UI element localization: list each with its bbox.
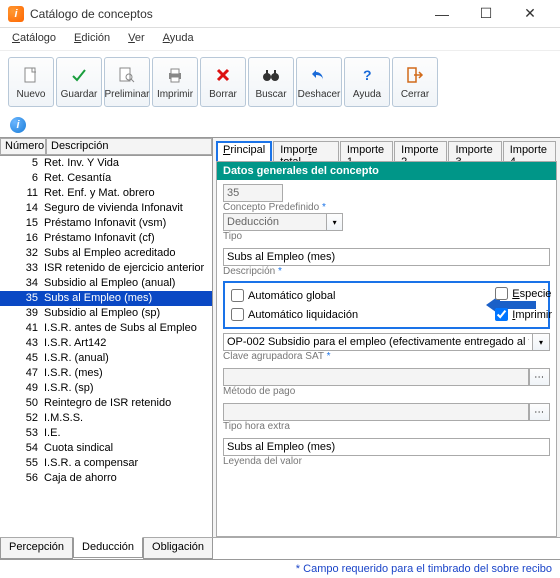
buscar-button[interactable]: Buscar — [248, 57, 294, 107]
grid-header: Número Descripción — [0, 138, 212, 156]
table-row[interactable]: 45I.S.R. (anual) — [0, 351, 212, 366]
imprimir-icon — [164, 64, 186, 86]
detail-tabs: PrincipalImporte totalImporte 1Importe 2… — [216, 141, 557, 161]
info-bar: i — [0, 113, 560, 137]
minimize-button[interactable]: — — [420, 0, 464, 28]
table-row[interactable]: 50Reintegro de ISR retenido — [0, 396, 212, 411]
table-row[interactable]: 6Ret. Cesantía — [0, 171, 212, 186]
tab-principal[interactable]: Principal — [216, 141, 272, 161]
titlebar: i Catálogo de conceptos — ☐ ✕ — [0, 0, 560, 28]
menu-ayuda[interactable]: Ayuda — [159, 30, 198, 48]
section-header: Datos generales del concepto — [217, 162, 556, 180]
tab-importe2[interactable]: Importe 2 — [394, 141, 447, 161]
window-title: Catálogo de conceptos — [30, 7, 420, 21]
tab-importe4[interactable]: Importe 4 — [503, 141, 556, 161]
cb-automatico-global[interactable]: Automático global — [231, 289, 358, 302]
app-icon: i — [8, 6, 24, 22]
table-row[interactable]: 14Seguro de vivienda Infonavit — [0, 201, 212, 216]
buscar-icon — [260, 64, 282, 86]
tab-importe-total[interactable]: Importe total — [273, 141, 339, 161]
table-row[interactable]: 35Subs al Empleo (mes) — [0, 291, 212, 306]
table-row[interactable]: 49I.S.R. (sp) — [0, 381, 212, 396]
col-descripcion[interactable]: Descripción — [46, 138, 212, 155]
menu-catálogo[interactable]: Catálogo — [8, 30, 60, 48]
info-icon: i — [10, 117, 26, 133]
table-row[interactable]: 32Subs al Empleo acreditado — [0, 246, 212, 261]
maximize-button[interactable]: ☐ — [464, 0, 508, 28]
concepto-predef-dropdown[interactable]: ▾ — [327, 213, 343, 231]
ayuda-button[interactable]: ?Ayuda — [344, 57, 390, 107]
tab-percepcion[interactable]: Percepción — [0, 538, 73, 559]
table-row[interactable]: 53I.E. — [0, 426, 212, 441]
metodo-pago-field[interactable] — [223, 368, 529, 386]
clave-sat-label: Clave agrupadora SAT — [223, 351, 324, 362]
table-row[interactable]: 5Ret. Inv. Y Vida — [0, 156, 212, 171]
cb-imprimir[interactable]: Imprimir — [495, 308, 552, 321]
op-dropdown[interactable]: ▾ — [533, 333, 550, 351]
nuevo-icon — [20, 64, 42, 86]
table-row[interactable]: 16Préstamo Infonavit (cf) — [0, 231, 212, 246]
concept-list-pane: Número Descripción 5Ret. Inv. Y Vida6Ret… — [0, 138, 213, 537]
leyenda-field[interactable] — [223, 438, 550, 456]
cb-especie[interactable]: Especie — [495, 287, 552, 300]
principal-panel: Datos generales del concepto Concepto Pr… — [216, 161, 557, 537]
category-tabs: PercepciónDeducciónObligación — [0, 537, 560, 559]
table-row[interactable]: 33ISR retenido de ejercicio anterior — [0, 261, 212, 276]
table-row[interactable]: 43I.S.R. Art142 — [0, 336, 212, 351]
table-row[interactable]: 47I.S.R. (mes) — [0, 366, 212, 381]
tab-deduccion[interactable]: Deducción — [73, 537, 143, 558]
table-row[interactable]: 56Caja de ahorro — [0, 471, 212, 486]
close-button[interactable]: ✕ — [508, 0, 552, 28]
tipo-hora-field[interactable] — [223, 403, 529, 421]
tab-importe1[interactable]: Importe 1 — [340, 141, 393, 161]
concepto-predef-select[interactable] — [223, 213, 327, 231]
guardar-button[interactable]: Guardar — [56, 57, 102, 107]
borrar-icon — [212, 64, 234, 86]
metodo-pago-browse[interactable]: ⋯ — [529, 368, 550, 386]
metodo-pago-label: Método de pago — [223, 386, 550, 397]
preliminar-icon — [116, 64, 138, 86]
descripcion-label: Descripción — [223, 266, 275, 277]
tipo-hora-label: Tipo hora extra — [223, 421, 550, 432]
table-row[interactable]: 41I.S.R. antes de Subs al Empleo — [0, 321, 212, 336]
borrar-button[interactable]: Borrar — [200, 57, 246, 107]
deshacer-button[interactable]: Deshacer — [296, 57, 342, 107]
deshacer-icon — [308, 64, 330, 86]
concepto-predef-label: Concepto Predefinido — [223, 202, 319, 213]
col-numero[interactable]: Número — [0, 138, 46, 155]
cerrar-button[interactable]: Cerrar — [392, 57, 438, 107]
cb-automatico-liquidacion[interactable]: Automático liquidación — [231, 308, 358, 321]
tab-importe3[interactable]: Importe 3 — [448, 141, 501, 161]
table-row[interactable]: 15Préstamo Infonavit (vsm) — [0, 216, 212, 231]
menu-edición[interactable]: Edición — [70, 30, 114, 48]
menubar: Catálogo Edición Ver Ayuda — [0, 28, 560, 50]
tab-obligacion[interactable]: Obligación — [143, 538, 213, 559]
grid-body[interactable]: 5Ret. Inv. Y Vida6Ret. Cesantía11Ret. En… — [0, 156, 212, 537]
tipo-hora-browse[interactable]: ⋯ — [529, 403, 550, 421]
leyenda-label: Leyenda del valor — [223, 456, 550, 467]
numero-field[interactable] — [223, 184, 283, 202]
table-row[interactable]: 11Ret. Enf. y Mat. obrero — [0, 186, 212, 201]
footer-note: * Campo requerido para el timbrado del s… — [0, 559, 560, 578]
detail-pane: PrincipalImporte totalImporte 1Importe 2… — [213, 138, 560, 537]
guardar-icon — [68, 64, 90, 86]
nuevo-button[interactable]: Nuevo — [8, 57, 54, 107]
table-row[interactable]: 39Subsidio al Empleo (sp) — [0, 306, 212, 321]
op-select[interactable] — [223, 333, 533, 351]
table-row[interactable]: 34Subsidio al Empleo (anual) — [0, 276, 212, 291]
preliminar-button[interactable]: Preliminar — [104, 57, 150, 107]
menu-ver[interactable]: Ver — [124, 30, 149, 48]
table-row[interactable]: 52I.M.S.S. — [0, 411, 212, 426]
imprimir-button[interactable]: Imprimir — [152, 57, 198, 107]
tipo-label: Tipo — [223, 231, 550, 242]
ayuda-icon: ? — [356, 64, 378, 86]
toolbar: NuevoGuardarPreliminarImprimirBorrarBusc… — [0, 50, 560, 113]
table-row[interactable]: 54Cuota sindical — [0, 441, 212, 456]
svg-text:?: ? — [363, 67, 372, 83]
cerrar-icon — [404, 64, 426, 86]
tipo-field[interactable] — [223, 248, 550, 266]
table-row[interactable]: 55I.S.R. a compensar — [0, 456, 212, 471]
